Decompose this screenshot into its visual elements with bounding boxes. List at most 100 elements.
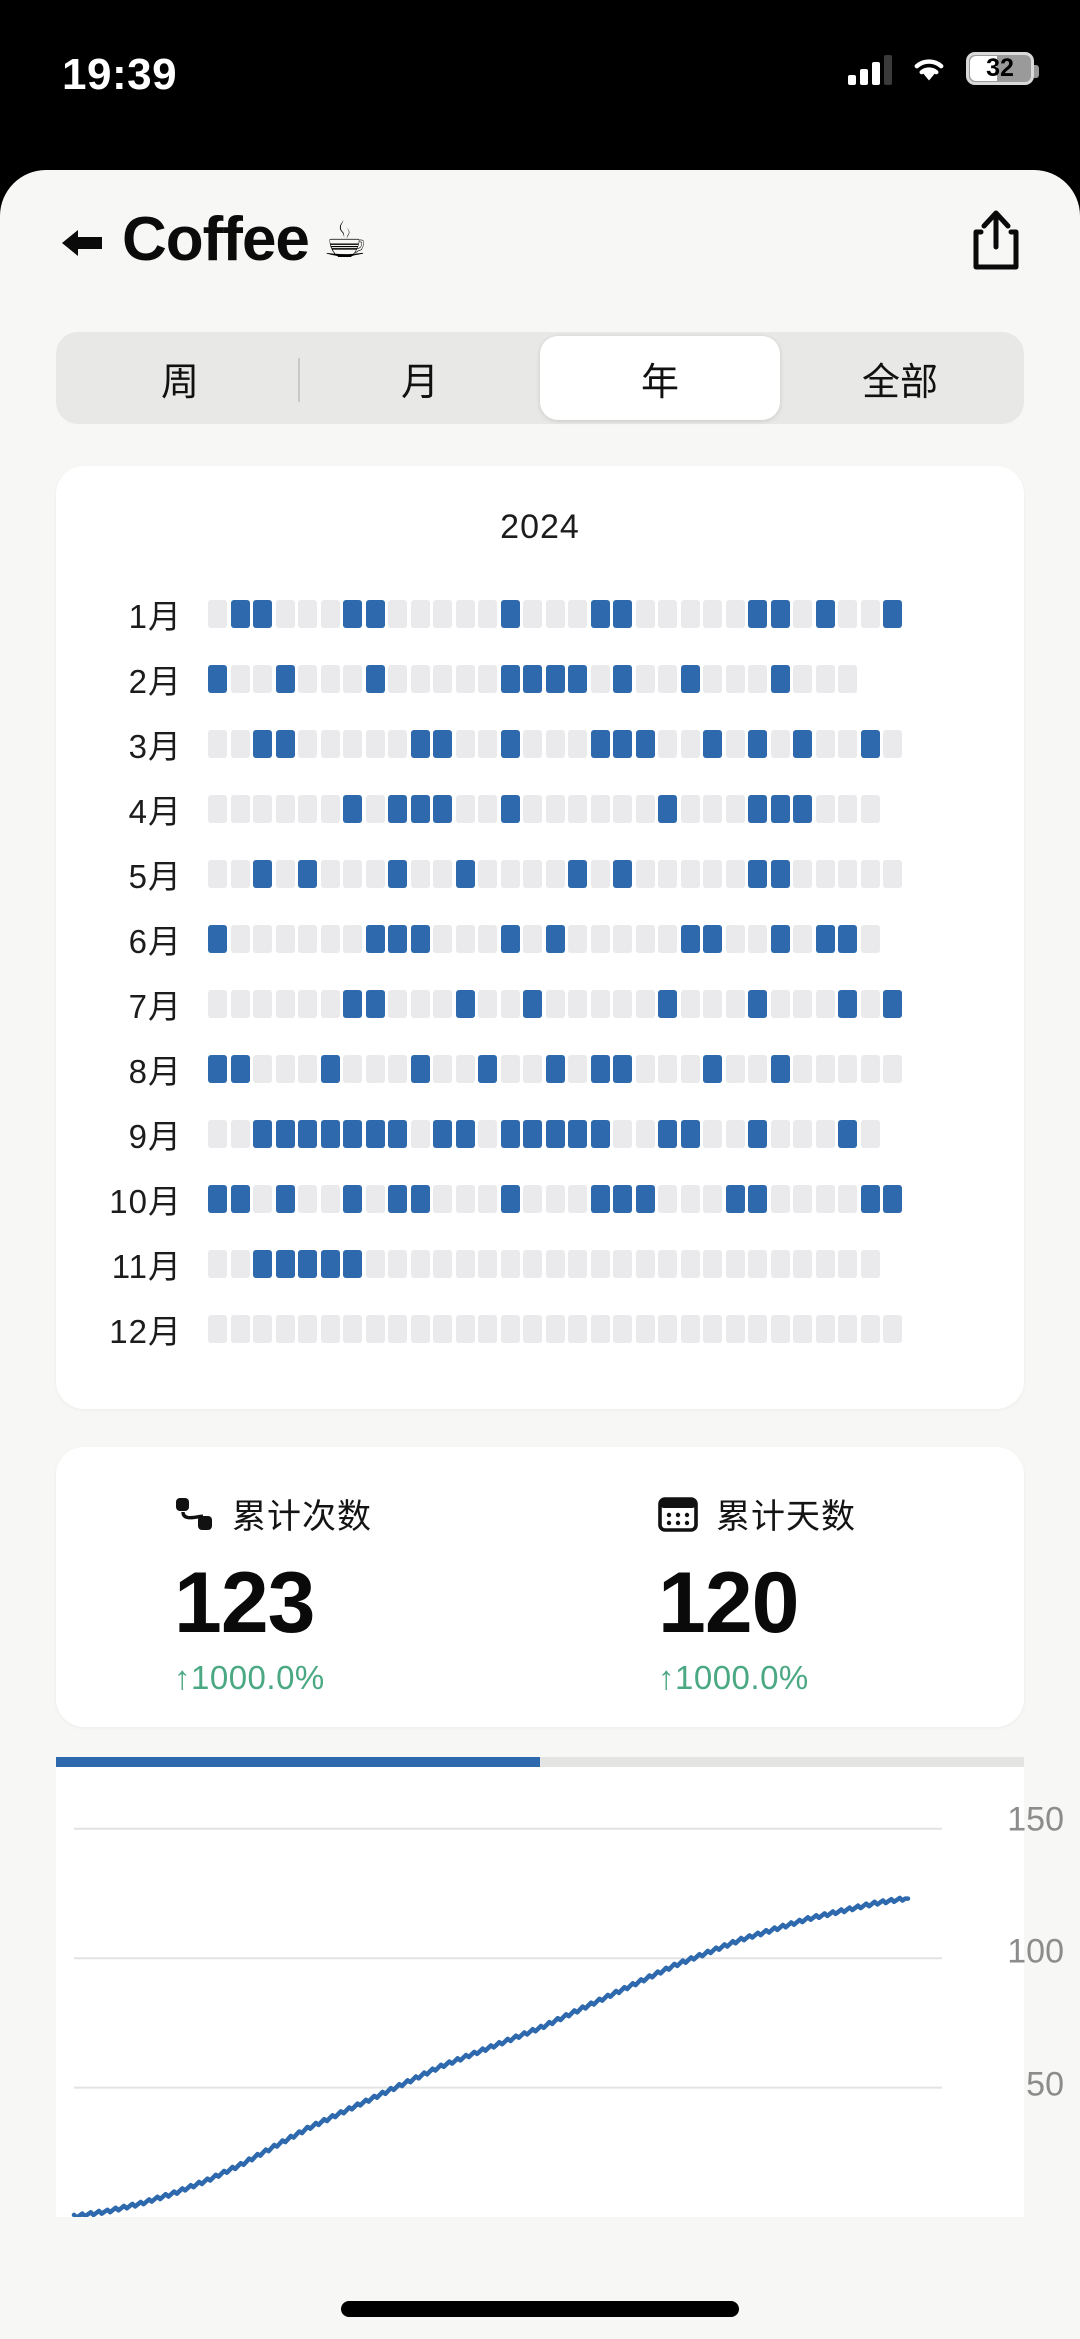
heatmap-cell[interactable] <box>298 1249 317 1278</box>
heatmap-cell[interactable] <box>635 989 655 1018</box>
heatmap-cell[interactable] <box>365 1054 385 1083</box>
heatmap-cell[interactable] <box>545 664 565 693</box>
heatmap-cell[interactable] <box>590 859 610 888</box>
heatmap-cell[interactable] <box>860 794 880 823</box>
heatmap-cell[interactable] <box>658 1314 677 1343</box>
heatmap-cell[interactable] <box>838 1119 857 1148</box>
heatmap-cell[interactable] <box>680 1054 700 1083</box>
heatmap-cell[interactable] <box>523 1314 542 1343</box>
cumulative-line-chart[interactable] <box>56 1766 1024 2217</box>
heatmap-cell[interactable] <box>635 1249 655 1278</box>
heatmap-cell[interactable] <box>433 599 452 628</box>
heatmap-cell[interactable] <box>703 1249 722 1278</box>
heatmap-cell[interactable] <box>478 1119 497 1148</box>
heatmap-cell[interactable] <box>208 664 227 693</box>
heatmap-cell[interactable] <box>725 664 745 693</box>
heatmap-cell[interactable] <box>748 989 767 1018</box>
heatmap-cell[interactable] <box>658 989 677 1018</box>
heatmap-cell[interactable] <box>388 1054 407 1083</box>
heatmap-cell[interactable] <box>748 1249 767 1278</box>
heatmap-cell[interactable] <box>793 1314 812 1343</box>
heatmap-cell[interactable] <box>343 1249 362 1278</box>
heatmap-cell[interactable] <box>635 859 655 888</box>
heatmap-cell[interactable] <box>770 794 790 823</box>
heatmap-cell[interactable] <box>838 859 857 888</box>
heatmap-cell[interactable] <box>455 794 475 823</box>
heatmap-cell[interactable] <box>680 664 700 693</box>
heatmap-cell[interactable] <box>343 1119 362 1148</box>
heatmap-cell[interactable] <box>208 1249 227 1278</box>
heatmap-cell[interactable] <box>388 599 407 628</box>
heatmap-cell[interactable] <box>748 729 767 758</box>
heatmap-cell[interactable] <box>343 924 362 953</box>
heatmap-cell[interactable] <box>680 1119 700 1148</box>
heatmap-cell[interactable] <box>433 924 452 953</box>
heatmap-cell[interactable] <box>635 1314 655 1343</box>
heatmap-cell[interactable] <box>860 729 880 758</box>
heatmap-cell[interactable] <box>860 924 880 953</box>
heatmap-cell[interactable] <box>680 729 700 758</box>
heatmap-cell[interactable] <box>793 989 812 1018</box>
heatmap-cell[interactable] <box>613 1184 632 1213</box>
heatmap-cell[interactable] <box>230 599 250 628</box>
heatmap-cell[interactable] <box>320 599 340 628</box>
heatmap-cell[interactable] <box>568 1314 587 1343</box>
heatmap-cell[interactable] <box>298 1119 317 1148</box>
heatmap-cell[interactable] <box>658 599 677 628</box>
heatmap-cell[interactable] <box>343 859 362 888</box>
heatmap-cell[interactable] <box>320 924 340 953</box>
heatmap-cell[interactable] <box>793 664 812 693</box>
heatmap-cell[interactable] <box>365 794 385 823</box>
heatmap-cell[interactable] <box>230 1184 250 1213</box>
heatmap-cell[interactable] <box>500 859 520 888</box>
heatmap-cell[interactable] <box>433 1314 452 1343</box>
heatmap-cell[interactable] <box>320 1054 340 1083</box>
heatmap-cell[interactable] <box>568 664 587 693</box>
heatmap-cell[interactable] <box>523 1054 542 1083</box>
heatmap-cell[interactable] <box>253 1119 272 1148</box>
heatmap-cell[interactable] <box>883 1184 902 1213</box>
heatmap-cell[interactable] <box>793 924 812 953</box>
heatmap-cell[interactable] <box>703 664 722 693</box>
heatmap-cell[interactable] <box>883 599 902 628</box>
heatmap-cell[interactable] <box>410 729 430 758</box>
heatmap-cell[interactable] <box>748 599 767 628</box>
heatmap-cell[interactable] <box>253 1054 272 1083</box>
heatmap-cell[interactable] <box>275 989 295 1018</box>
heatmap-cell[interactable] <box>815 729 835 758</box>
heatmap-cell[interactable] <box>208 989 227 1018</box>
heatmap-cell[interactable] <box>523 1249 542 1278</box>
heatmap-cell[interactable] <box>523 1184 542 1213</box>
heatmap-cell[interactable] <box>883 1314 902 1343</box>
heatmap-cell[interactable] <box>590 599 610 628</box>
heatmap-cell[interactable] <box>298 794 317 823</box>
heatmap-cell[interactable] <box>568 859 587 888</box>
heatmap-cell[interactable] <box>838 989 857 1018</box>
heatmap-cell[interactable] <box>455 729 475 758</box>
heatmap-cell[interactable] <box>590 989 610 1018</box>
heatmap-cell[interactable] <box>253 729 272 758</box>
heatmap-cell[interactable] <box>388 1119 407 1148</box>
heatmap-cell[interactable] <box>343 794 362 823</box>
heatmap-cell[interactable] <box>320 729 340 758</box>
heatmap-cell[interactable] <box>703 1054 722 1083</box>
heatmap-cell[interactable] <box>838 1314 857 1343</box>
heatmap-cell[interactable] <box>568 1184 587 1213</box>
heatmap-cell[interactable] <box>298 1184 317 1213</box>
heatmap-cell[interactable] <box>455 1249 475 1278</box>
heatmap-cell[interactable] <box>658 859 677 888</box>
heatmap-cell[interactable] <box>793 859 812 888</box>
heatmap-cell[interactable] <box>275 1054 295 1083</box>
heatmap-cell[interactable] <box>793 794 812 823</box>
heatmap-cell[interactable] <box>230 989 250 1018</box>
heatmap-cell[interactable] <box>770 599 790 628</box>
heatmap-cell[interactable] <box>838 1249 857 1278</box>
heatmap-cell[interactable] <box>680 924 700 953</box>
heatmap-cell[interactable] <box>568 989 587 1018</box>
heatmap-cell[interactable] <box>860 599 880 628</box>
heatmap-cell[interactable] <box>500 664 520 693</box>
heatmap-cell[interactable] <box>343 1184 362 1213</box>
back-arrow-icon[interactable] <box>56 217 108 269</box>
heatmap-cell[interactable] <box>883 989 902 1018</box>
heatmap-cell[interactable] <box>410 1119 430 1148</box>
